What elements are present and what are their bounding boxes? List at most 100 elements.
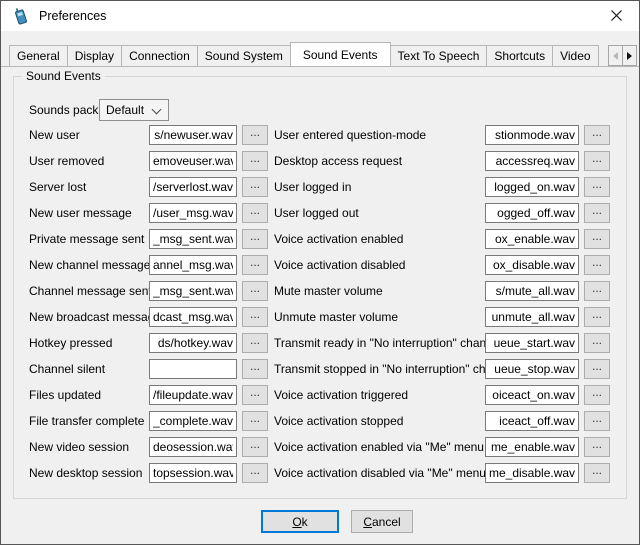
event-label: New video session	[29, 440, 149, 454]
sound-file-input[interactable]	[149, 437, 237, 457]
sound-file-input[interactable]	[485, 437, 579, 457]
browse-button[interactable]: ...	[584, 359, 610, 379]
sound-file-input[interactable]	[485, 411, 579, 431]
browse-button[interactable]: ...	[584, 177, 610, 197]
sound-file-input[interactable]	[149, 333, 237, 353]
sound-file-input[interactable]	[149, 177, 237, 197]
sound-event-row: Hotkey pressed...Transmit ready in "No i…	[29, 333, 610, 353]
browse-button[interactable]: ...	[242, 359, 268, 379]
tab-display[interactable]: Display	[67, 45, 122, 66]
sound-file-input[interactable]	[149, 229, 237, 249]
browse-button[interactable]: ...	[584, 255, 610, 275]
tab-scroll-buttons	[609, 45, 637, 66]
sounds-pack-select[interactable]: Default	[99, 99, 169, 121]
browse-button[interactable]: ...	[242, 203, 268, 223]
triangle-right-icon	[627, 52, 632, 60]
event-label: Transmit ready in "No interruption" chan…	[274, 336, 485, 350]
tab-connection[interactable]: Connection	[121, 45, 198, 66]
tab-sound-system[interactable]: Sound System	[197, 45, 291, 66]
sound-file-input[interactable]	[485, 463, 579, 483]
tab-strip: GeneralDisplayConnectionSound SystemSoun…	[9, 40, 639, 66]
browse-button[interactable]: ...	[242, 255, 268, 275]
browse-button[interactable]: ...	[584, 281, 610, 301]
close-button[interactable]	[594, 1, 639, 30]
event-label: Voice activation disabled via "Me" menu	[274, 466, 485, 480]
browse-button[interactable]: ...	[584, 437, 610, 457]
sound-event-row: Channel silent...Transmit stopped in "No…	[29, 359, 610, 379]
sound-file-input[interactable]	[485, 385, 579, 405]
sound-file-input[interactable]	[149, 255, 237, 275]
browse-button[interactable]: ...	[242, 333, 268, 353]
sound-file-input[interactable]	[149, 203, 237, 223]
browse-button[interactable]: ...	[584, 125, 610, 145]
groupbox-title: Sound Events	[22, 69, 105, 83]
sounds-pack-row: Sounds pack Default	[29, 99, 610, 121]
browse-button[interactable]: ...	[584, 333, 610, 353]
event-label: New desktop session	[29, 466, 149, 480]
event-label: Transmit stopped in "No interruption" ch…	[274, 362, 485, 376]
sound-event-row: Private message sent... Voice activation …	[29, 229, 610, 249]
sound-file-input[interactable]	[485, 281, 579, 301]
ok-button[interactable]: Ok	[261, 510, 339, 533]
sound-event-row: User removed...Desktop access request...	[29, 151, 610, 171]
tab-video[interactable]: Video	[552, 45, 598, 66]
sound-file-input[interactable]	[485, 229, 579, 249]
event-label: Unmute master volume	[274, 310, 485, 324]
sound-file-input[interactable]	[485, 177, 579, 197]
browse-button[interactable]: ...	[584, 463, 610, 483]
window-title: Preferences	[39, 9, 106, 23]
sound-file-input[interactable]	[485, 333, 579, 353]
sound-file-input[interactable]	[149, 151, 237, 171]
app-icon	[12, 7, 30, 25]
event-label: New broadcast message	[29, 310, 149, 324]
cancel-button[interactable]: Cancel	[351, 510, 413, 533]
browse-button[interactable]: ...	[584, 203, 610, 223]
sound-file-input[interactable]	[149, 307, 237, 327]
browse-button[interactable]: ...	[242, 385, 268, 405]
event-label: Private message sent	[29, 232, 149, 246]
sound-file-input[interactable]	[149, 463, 237, 483]
sound-file-input[interactable]	[485, 203, 579, 223]
browse-button[interactable]: ...	[584, 229, 610, 249]
sound-file-input[interactable]	[485, 359, 579, 379]
event-label: User removed	[29, 154, 149, 168]
browse-button[interactable]: ...	[242, 229, 268, 249]
browse-button[interactable]: ...	[584, 307, 610, 327]
sound-file-input[interactable]	[485, 255, 579, 275]
tab-shortcuts[interactable]: Shortcuts	[486, 45, 553, 66]
sound-event-row: Files updated...Voice activation trigger…	[29, 385, 610, 405]
browse-button[interactable]: ...	[242, 307, 268, 327]
browse-button[interactable]: ...	[242, 177, 268, 197]
browse-button[interactable]: ...	[242, 125, 268, 145]
preferences-dialog: Preferences GeneralDisplayConnectionSoun…	[0, 0, 640, 545]
tab-general[interactable]: General	[9, 45, 68, 66]
tab-sound-events[interactable]: Sound Events	[290, 42, 391, 66]
sound-file-input[interactable]	[485, 125, 579, 145]
browse-button[interactable]: ...	[242, 411, 268, 431]
tab-text-to-speech[interactable]: Text To Speech	[390, 45, 488, 66]
event-label: Voice activation enabled	[274, 232, 485, 246]
sound-event-row: New broadcast message... Unmute master vo…	[29, 307, 610, 327]
browse-button[interactable]: ...	[584, 385, 610, 405]
sound-file-input[interactable]	[485, 307, 579, 327]
sound-file-input[interactable]	[149, 385, 237, 405]
browse-button[interactable]: ...	[584, 411, 610, 431]
sounds-pack-label: Sounds pack	[29, 103, 99, 117]
browse-button[interactable]: ...	[242, 463, 268, 483]
sound-event-row: Server lost...User logged in...	[29, 177, 610, 197]
sound-file-input[interactable]	[485, 151, 579, 171]
sound-file-input[interactable]	[149, 411, 237, 431]
triangle-left-icon	[613, 52, 618, 60]
dialog-footer: Ok Cancel	[1, 510, 639, 533]
sounds-pack-value: Default	[106, 103, 144, 117]
chevron-down-icon	[152, 105, 162, 115]
tab-scroll-left-button[interactable]	[608, 45, 623, 66]
sound-file-input[interactable]	[149, 281, 237, 301]
browse-button[interactable]: ...	[242, 437, 268, 457]
browse-button[interactable]: ...	[584, 151, 610, 171]
browse-button[interactable]: ...	[242, 281, 268, 301]
browse-button[interactable]: ...	[242, 151, 268, 171]
sound-file-input[interactable]	[149, 125, 237, 145]
sound-file-input[interactable]	[149, 359, 237, 379]
tab-scroll-right-button[interactable]	[622, 45, 637, 66]
